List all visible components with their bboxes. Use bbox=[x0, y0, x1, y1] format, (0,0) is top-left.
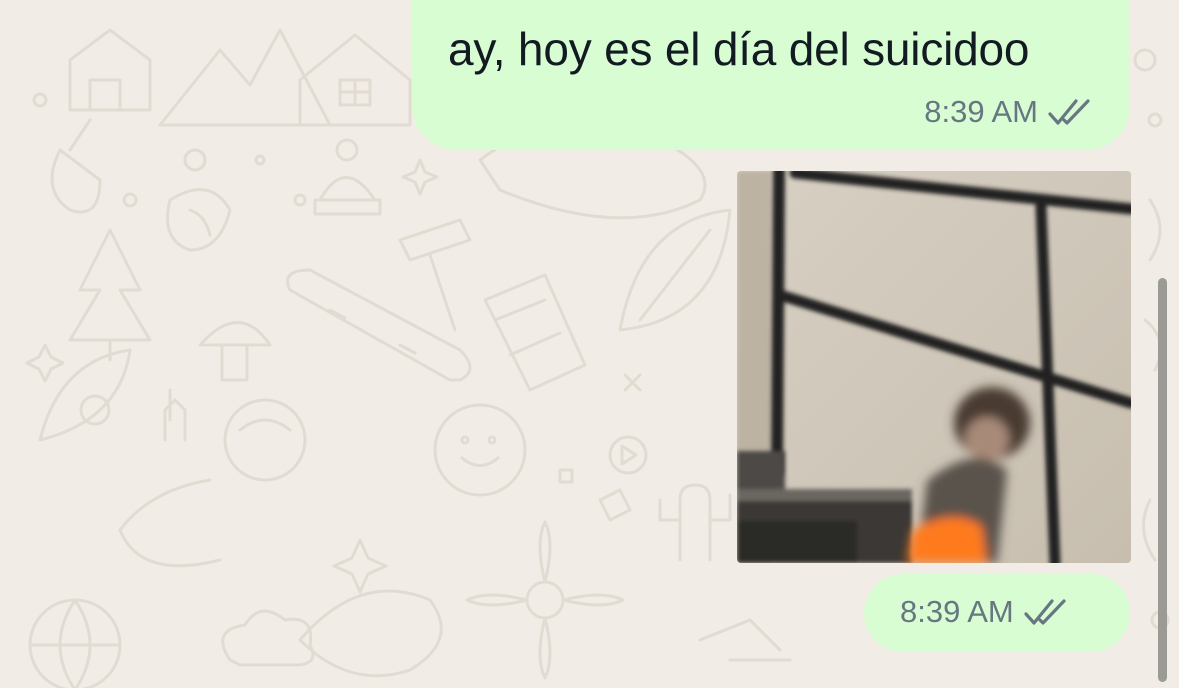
video-thumbnail bbox=[737, 171, 1131, 563]
media-caption-meta: 8:39 AM bbox=[864, 574, 1130, 652]
chat-view: ay, hoy es el día del suicidoo 8:39 AM 8… bbox=[0, 0, 1179, 688]
double-check-icon bbox=[1024, 599, 1066, 625]
double-check-icon bbox=[1048, 99, 1090, 125]
message-time: 8:39 AM bbox=[900, 594, 1014, 629]
message-meta: 8:39 AM bbox=[924, 94, 1094, 130]
outgoing-media-message[interactable] bbox=[737, 171, 1131, 563]
scrollbar[interactable] bbox=[1158, 278, 1167, 682]
message-text: ay, hoy es el día del suicidoo bbox=[448, 23, 1030, 75]
message-meta: 8:39 AM bbox=[900, 594, 1070, 630]
message-time: 8:39 AM bbox=[924, 94, 1038, 129]
outgoing-text-message[interactable]: ay, hoy es el día del suicidoo 8:39 AM bbox=[412, 0, 1130, 150]
